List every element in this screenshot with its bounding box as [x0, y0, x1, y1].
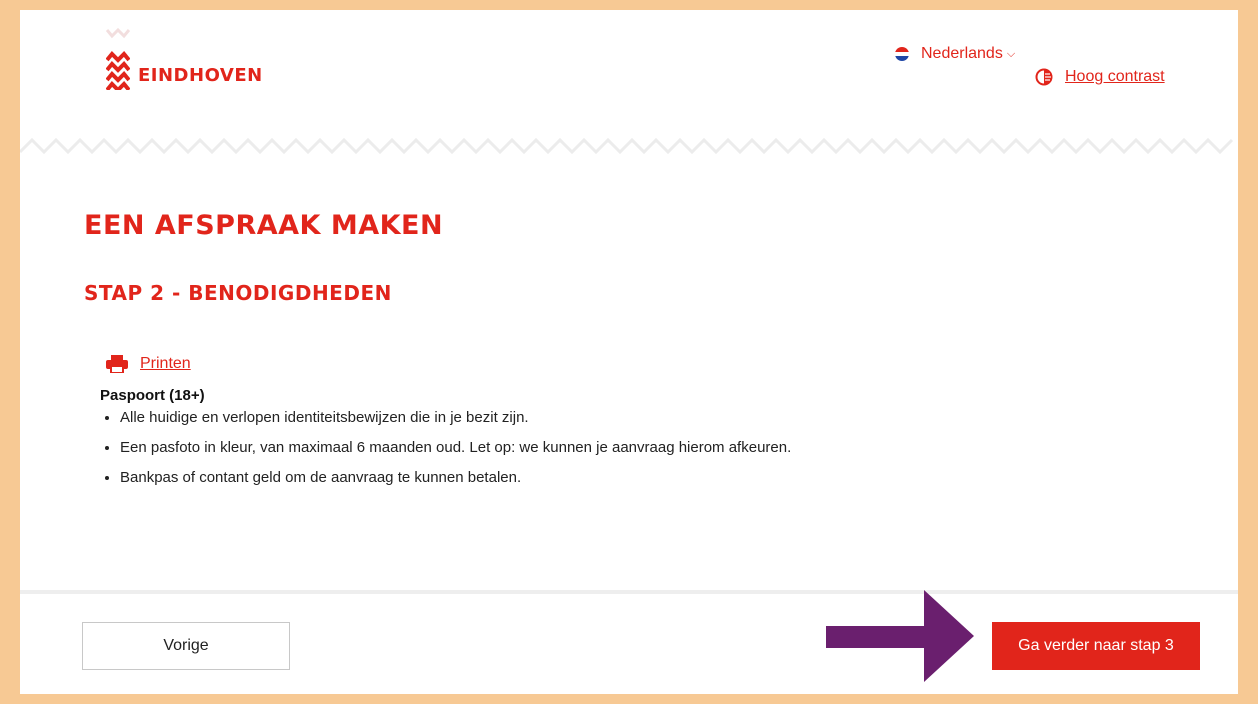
page: EINDHOVEN Nederlands ⌵ Hoog contrast EEN…	[20, 10, 1238, 694]
high-contrast-label: Hoog contrast	[1065, 68, 1165, 85]
list-item: Een pasfoto in kleur, van maximaal 6 maa…	[120, 440, 1184, 455]
chevron-down-icon: ⌵	[1006, 47, 1016, 60]
language-label: Nederlands	[921, 45, 1003, 62]
arrow-icon	[826, 590, 974, 682]
print-link[interactable]: Printen	[84, 355, 1184, 373]
main-content: EEN AFSPRAAK MAKEN STAP 2 - BENODIGDHEDE…	[84, 210, 1184, 500]
list-item: Bankpas of contant geld om de aanvraag t…	[120, 470, 1184, 485]
logo-text: EINDHOVEN	[138, 65, 263, 86]
list-item: Alle huidige en verlopen identiteitsbewi…	[120, 410, 1184, 425]
page-title: EEN AFSPRAAK MAKEN	[84, 210, 444, 241]
footer: Vorige Ga verder naar stap 3	[20, 590, 1238, 694]
print-label[interactable]: Printen	[140, 355, 191, 373]
logo[interactable]: EINDHOVEN	[106, 26, 263, 90]
header: EINDHOVEN Nederlands ⌵ Hoog contrast	[20, 10, 1238, 160]
next-step-button[interactable]: Ga verder naar stap 3	[992, 622, 1200, 670]
language-selector[interactable]: Nederlands ⌵	[895, 45, 1015, 63]
zigzag-divider	[20, 137, 1234, 155]
document-title: Paspoort (18+)	[100, 387, 205, 404]
dutch-flag-icon	[895, 47, 909, 61]
step-title: STAP 2 - BENODIGDHEDEN	[84, 281, 392, 305]
previous-button[interactable]: Vorige	[82, 622, 290, 670]
printer-icon	[106, 355, 128, 373]
eindhoven-logo-icon	[106, 27, 130, 90]
requirements-list: Alle huidige en verlopen identiteitsbewi…	[84, 410, 1184, 485]
high-contrast-link[interactable]: Hoog contrast	[1035, 68, 1165, 86]
contrast-icon	[1035, 68, 1053, 86]
